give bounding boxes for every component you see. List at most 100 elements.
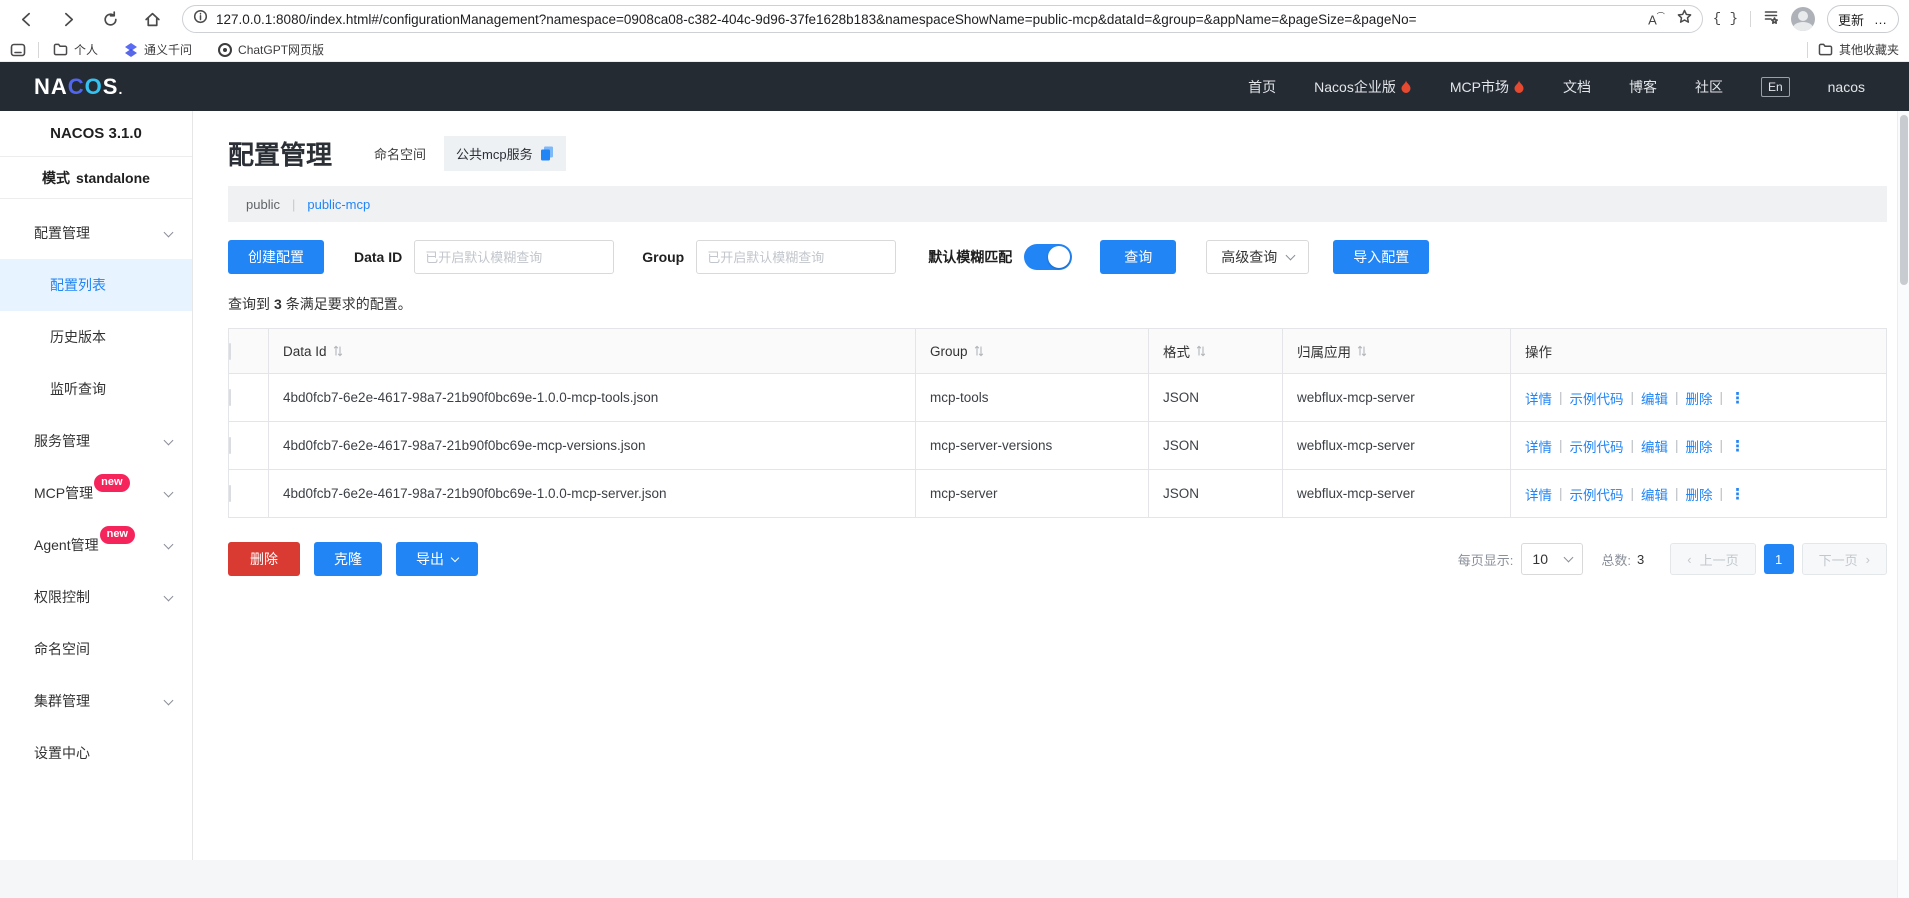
edit-link[interactable]: 编辑 [1641, 436, 1668, 456]
bookmark-other-favorites[interactable]: 其他收藏夹 [1818, 41, 1899, 58]
create-config-button[interactable]: 创建配置 [228, 240, 324, 274]
top-nav-blog[interactable]: 博客 [1629, 77, 1657, 97]
sort-icon[interactable] [1196, 345, 1206, 357]
row-checkbox[interactable] [229, 389, 231, 406]
top-nav-enterprise[interactable]: Nacos企业版 [1314, 77, 1412, 97]
sidebar-item-cluster-management[interactable]: 集群管理 [0, 675, 192, 727]
detail-link[interactable]: 详情 [1525, 484, 1552, 504]
batch-delete-button[interactable]: 删除 [228, 542, 300, 576]
url-text[interactable]: 127.0.0.1:8080/index.html#/configuration… [216, 12, 1648, 27]
sidebar-item-config-management[interactable]: 配置管理 [0, 207, 192, 259]
sidebar-item-agent-management[interactable]: Agent管理 new [0, 519, 192, 571]
bookmark-tongyi[interactable]: 通义千问 [124, 41, 192, 58]
bookmarks-bar: 个人 通义千问 ChatGPT网页版 其他收藏夹 [0, 38, 1909, 62]
breadcrumb-current[interactable]: public-mcp [307, 197, 370, 212]
delete-link[interactable]: 删除 [1686, 388, 1713, 408]
sort-icon[interactable] [1357, 345, 1367, 357]
fuzzy-match-toggle[interactable] [1024, 244, 1073, 270]
sidebar-item-history-versions[interactable]: 历史版本 [0, 311, 192, 363]
profile-avatar[interactable] [1790, 7, 1815, 31]
main-content: 配置管理 命名空间 公共mcp服务 public | public-mcp 创建… [193, 111, 1909, 898]
clone-button[interactable]: 克隆 [314, 542, 382, 576]
flame-icon [1401, 80, 1411, 93]
col-header-operations: 操作 [1525, 345, 1552, 360]
sort-icon[interactable] [333, 345, 343, 357]
sidebar-item-settings-center[interactable]: 设置中心 [0, 727, 192, 779]
data-id-input[interactable] [414, 240, 615, 274]
prev-page-button[interactable]: ‹ 上一页 [1670, 543, 1756, 575]
current-user[interactable]: nacos [1828, 79, 1865, 95]
toggle-knob [1048, 246, 1071, 268]
scrollbar-thumb[interactable] [1900, 115, 1908, 285]
top-nav-docs[interactable]: 文档 [1563, 77, 1591, 97]
breadcrumb-parent[interactable]: public [246, 197, 280, 212]
group-input[interactable] [696, 240, 897, 274]
more-actions-icon[interactable]: ⋮ [1730, 437, 1745, 455]
next-page-button[interactable]: 下一页 › [1801, 543, 1887, 575]
more-actions-icon[interactable]: ⋮ [1730, 389, 1745, 407]
sample-code-link[interactable]: 示例代码 [1570, 388, 1624, 408]
bottom-band [0, 860, 1897, 898]
top-nav-mcp-market[interactable]: MCP市场 [1450, 77, 1525, 97]
sidebar-item-listener-query[interactable]: 监听查询 [0, 363, 192, 415]
delete-link[interactable]: 删除 [1686, 436, 1713, 456]
sidebar-item-namespace[interactable]: 命名空间 [0, 623, 192, 675]
read-aloud-icon[interactable]: A⌒ [1648, 11, 1665, 27]
cell-group: mcp-server [915, 469, 1149, 518]
favorite-star-icon[interactable] [1677, 9, 1692, 29]
page-title: 配置管理 [228, 140, 333, 170]
row-checkbox[interactable] [229, 437, 231, 454]
browser-menu-icon[interactable]: … [1874, 12, 1888, 27]
sidebar-item-service-management[interactable]: 服务管理 [0, 415, 192, 467]
cell-data-id: 4bd0fcb7-6e2e-4617-98a7-21b90f0bc69e-mcp… [268, 421, 916, 470]
namespace-tag[interactable]: 公共mcp服务 [444, 136, 566, 171]
sort-icon[interactable] [974, 345, 984, 357]
bookmark-chatgpt[interactable]: ChatGPT网页版 [218, 41, 324, 58]
delete-link[interactable]: 删除 [1686, 484, 1713, 504]
folder-icon [53, 43, 68, 56]
cell-format: JSON [1148, 469, 1283, 518]
export-button[interactable]: 导出 [396, 542, 478, 576]
current-page-button[interactable]: 1 [1763, 544, 1794, 574]
advanced-query-dropdown[interactable]: 高级查询 [1206, 240, 1310, 274]
sidebar-item-config-list[interactable]: 配置列表 [0, 259, 192, 311]
chevron-down-icon [163, 487, 174, 498]
back-icon[interactable] [12, 5, 40, 33]
site-info-icon[interactable] [193, 9, 208, 29]
extensions-icon[interactable]: { } [1713, 11, 1738, 27]
breadcrumb-divider: | [291, 196, 296, 212]
top-nav-home[interactable]: 首页 [1248, 77, 1276, 97]
detail-link[interactable]: 详情 [1525, 436, 1552, 456]
top-nav-community[interactable]: 社区 [1695, 77, 1723, 97]
chevron-down-icon [163, 227, 174, 238]
import-config-button[interactable]: 导入配置 [1333, 240, 1430, 274]
copy-icon[interactable] [540, 146, 554, 161]
sidebar-item-mcp-management[interactable]: MCP管理 new [0, 467, 192, 519]
forward-icon[interactable] [54, 5, 82, 33]
col-header-group: Group [930, 343, 968, 359]
more-actions-icon[interactable]: ⋮ [1730, 485, 1745, 503]
page-size-select[interactable]: 10 [1521, 543, 1584, 575]
reload-icon[interactable] [96, 5, 124, 33]
collections-icon[interactable] [1763, 9, 1779, 30]
sidebar-item-permission-control[interactable]: 权限控制 [0, 571, 192, 623]
group-label: Group [642, 249, 685, 265]
cell-app: webflux-mcp-server [1282, 373, 1511, 422]
language-switch[interactable]: En [1760, 76, 1790, 97]
home-icon[interactable] [138, 5, 166, 33]
sample-code-link[interactable]: 示例代码 [1570, 484, 1624, 504]
detail-link[interactable]: 详情 [1525, 388, 1552, 408]
tab-actions-icon[interactable] [10, 43, 26, 57]
vertical-scrollbar[interactable] [1897, 111, 1909, 898]
search-button[interactable]: 查询 [1100, 240, 1177, 274]
table-row: 4bd0fcb7-6e2e-4617-98a7-21b90f0bc69e-1.0… [228, 469, 1887, 518]
edit-link[interactable]: 编辑 [1641, 388, 1668, 408]
nacos-logo[interactable]: NACOS. [34, 74, 123, 100]
row-checkbox[interactable] [229, 485, 231, 502]
select-all-checkbox[interactable] [229, 342, 231, 360]
sample-code-link[interactable]: 示例代码 [1570, 436, 1624, 456]
address-bar[interactable]: 127.0.0.1:8080/index.html#/configuration… [182, 5, 1703, 33]
update-button[interactable]: 更新 … [1826, 5, 1899, 33]
edit-link[interactable]: 编辑 [1641, 484, 1668, 504]
bookmark-personal[interactable]: 个人 [53, 41, 98, 58]
